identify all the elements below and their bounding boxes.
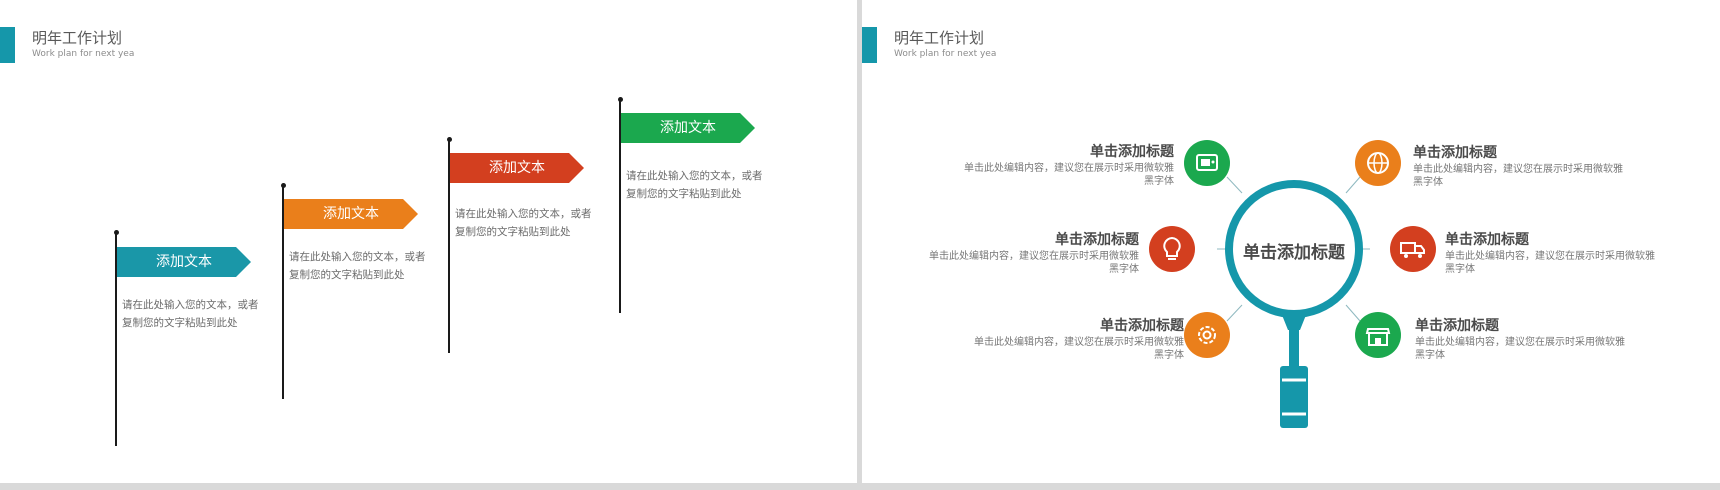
truck-icon bbox=[1390, 226, 1436, 272]
flag-pole-tip bbox=[446, 137, 452, 142]
item-title-5: 单击添加标题 bbox=[1445, 232, 1529, 248]
item-desc-6: 单击此处编辑内容，建议您在展示时采用微软雅黑字体 bbox=[1415, 337, 1625, 361]
slide-work-plan-flags: 明年工作计划 Work plan for next yea 添加文本 请在此处输… bbox=[0, 0, 857, 483]
flag-label-1: 添加文本 bbox=[117, 247, 251, 277]
globe-icon bbox=[1355, 140, 1401, 186]
flag-pole bbox=[448, 139, 450, 353]
item-title-1: 单击添加标题 bbox=[1090, 144, 1174, 160]
header-accent-bar bbox=[0, 27, 15, 63]
flag-pole bbox=[282, 185, 284, 399]
item-desc-2: 单击此处编辑内容，建议您在展示时采用微软雅黑字体 bbox=[929, 251, 1139, 275]
slide-magnifier-diagram: 明年工作计划 Work plan for next yea 单击添加标题 单击添… bbox=[862, 0, 1720, 483]
flag-label-3: 添加文本 bbox=[450, 153, 584, 183]
gear-icon bbox=[1184, 312, 1230, 358]
flag-label-4: 添加文本 bbox=[621, 113, 755, 143]
tv-icon bbox=[1184, 140, 1230, 186]
flag-text-3: 请在此处输入您的文本，或者复制您的文字粘贴到此处 bbox=[455, 208, 592, 238]
lightbulb-icon bbox=[1149, 226, 1195, 272]
page-title: 明年工作计划 bbox=[32, 29, 123, 47]
item-desc-3: 单击此处编辑内容，建议您在展示时采用微软雅黑字体 bbox=[974, 337, 1184, 361]
store-icon bbox=[1355, 312, 1401, 358]
flag-label-2: 添加文本 bbox=[284, 199, 418, 229]
item-desc-1: 单击此处编辑内容，建议您在展示时采用微软雅黑字体 bbox=[964, 163, 1174, 187]
magnifier-handle bbox=[1280, 366, 1308, 428]
flag-pole-tip bbox=[113, 230, 119, 235]
flag-text-1: 请在此处输入您的文本，或者复制您的文字粘贴到此处 bbox=[122, 299, 259, 329]
flag-pole bbox=[115, 232, 117, 446]
flag-pole bbox=[619, 99, 621, 313]
item-title-4: 单击添加标题 bbox=[1413, 145, 1497, 161]
item-desc-5: 单击此处编辑内容，建议您在展示时采用微软雅黑字体 bbox=[1445, 251, 1655, 275]
item-desc-4: 单击此处编辑内容，建议您在展示时采用微软雅黑字体 bbox=[1413, 164, 1623, 188]
item-title-2: 单击添加标题 bbox=[1055, 232, 1139, 248]
flag-pole-tip bbox=[280, 183, 286, 188]
magnifier-neck bbox=[1282, 315, 1306, 330]
flag-pole-tip bbox=[617, 97, 623, 102]
flag-text-2: 请在此处输入您的文本，或者复制您的文字粘贴到此处 bbox=[289, 251, 426, 281]
item-title-6: 单击添加标题 bbox=[1415, 318, 1499, 334]
center-title: 单击添加标题 bbox=[1243, 243, 1345, 263]
magnifier-shaft bbox=[1289, 330, 1299, 370]
item-title-3: 单击添加标题 bbox=[1100, 318, 1184, 334]
flag-text-4: 请在此处输入您的文本，或者复制您的文字粘贴到此处 bbox=[626, 170, 763, 200]
page-subtitle: Work plan for next yea bbox=[32, 49, 135, 59]
